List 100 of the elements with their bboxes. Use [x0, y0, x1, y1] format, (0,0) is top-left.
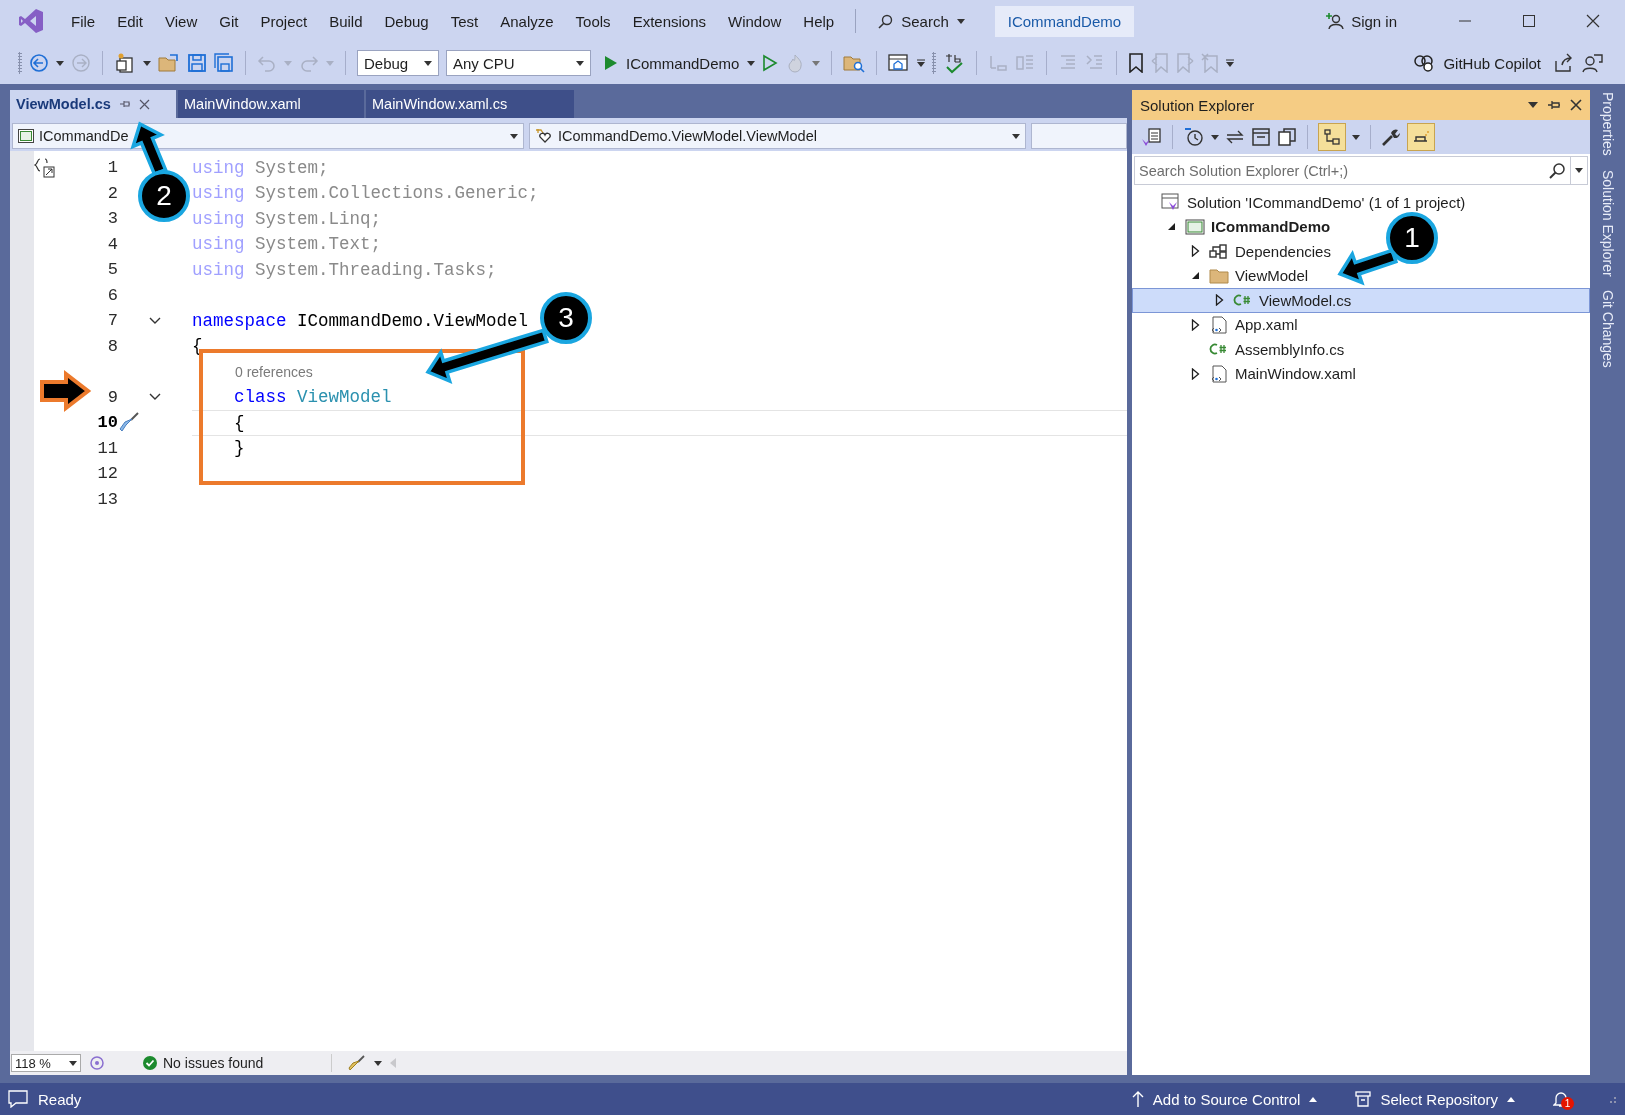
dropdown-arrow-icon[interactable] — [69, 1060, 77, 1066]
side-tab[interactable]: Solution Explorer — [1599, 169, 1616, 277]
menu-item[interactable]: Analyze — [489, 12, 565, 30]
run-icon[interactable] — [762, 54, 779, 72]
menu-item[interactable]: Edit — [106, 12, 155, 30]
platform-dropdown[interactable]: Any CPU — [446, 50, 591, 76]
dropdown-arrow-icon[interactable] — [510, 133, 518, 139]
tree-item[interactable]: App.xaml — [1132, 312, 1303, 337]
copy-icon[interactable] — [1277, 127, 1297, 147]
configuration-dropdown[interactable]: Debug — [357, 50, 439, 76]
dropdown-arrow-icon[interactable] — [576, 60, 584, 66]
overflow-arrow-icon[interactable] — [1226, 59, 1235, 67]
chat-icon[interactable] — [8, 1090, 28, 1108]
menu-item[interactable]: Tools — [564, 12, 622, 30]
tree-item[interactable]: MainWindow.xaml — [1132, 361, 1361, 386]
dropdown-arrow-icon[interactable] — [747, 60, 756, 66]
menu-item[interactable]: Help — [792, 12, 846, 30]
search-icon[interactable] — [878, 13, 894, 29]
side-tab[interactable]: Properties — [1599, 92, 1616, 156]
wrench-icon[interactable] — [1381, 127, 1401, 147]
brush-icon[interactable] — [118, 411, 140, 433]
copilot-icon[interactable] — [1413, 53, 1436, 73]
find-in-files-icon[interactable] — [843, 53, 866, 73]
document-tab[interactable]: MainWindow.xaml — [178, 90, 364, 118]
select-repository-button[interactable]: Select Repository — [1355, 1090, 1515, 1108]
member-dropdown[interactable]: ICommandDemo.ViewModel.ViewModel — [529, 123, 1026, 149]
menu-item[interactable]: Debug — [373, 12, 440, 30]
add-to-source-control-button[interactable]: Add to Source Control — [1131, 1090, 1318, 1108]
history-icon[interactable] — [1183, 127, 1205, 147]
collapse-icon[interactable] — [149, 393, 161, 402]
close-icon[interactable] — [1586, 14, 1600, 28]
dropdown-arrow-icon[interactable] — [1352, 134, 1360, 140]
search-icon[interactable] — [1548, 161, 1566, 180]
search-input[interactable]: Search Solution Explorer (Ctrl+;) — [1135, 162, 1548, 179]
menu-item[interactable]: Window — [717, 12, 793, 30]
menu-item[interactable]: File — [60, 12, 107, 30]
dropdown-arrow-icon[interactable] — [1012, 133, 1020, 139]
save-all-icon[interactable] — [214, 53, 234, 73]
dropdown-arrow-icon[interactable] — [956, 18, 965, 24]
tree-item[interactable]: ICommandDemo — [1132, 214, 1336, 239]
pin-icon[interactable] — [1547, 99, 1561, 111]
brush-icon[interactable] — [348, 1055, 367, 1071]
open-folder-icon[interactable] — [158, 53, 180, 73]
collapsed-icon[interactable] — [1190, 318, 1200, 331]
preview-toggle[interactable] — [1407, 123, 1435, 151]
expanded-icon[interactable] — [1190, 271, 1200, 281]
document-tab[interactable]: ViewModel.cs — [10, 90, 176, 118]
close-icon[interactable] — [138, 98, 150, 110]
search-field[interactable]: Search Solution Explorer (Ctrl+;) — [1134, 156, 1588, 185]
zoom-dropdown[interactable]: 118 % — [11, 1054, 81, 1072]
feedback-icon[interactable] — [1581, 53, 1603, 73]
dropdown-arrow-icon[interactable] — [1575, 168, 1583, 173]
dropdown-arrow-icon[interactable] — [1211, 134, 1219, 140]
close-icon[interactable] — [1570, 99, 1582, 111]
tree-item[interactable]: Solution 'ICommandDemo' (1 of 1 project) — [1132, 190, 1471, 215]
sync-icon[interactable] — [1225, 128, 1245, 146]
menu-item[interactable]: View — [154, 12, 209, 30]
collapsed-icon[interactable] — [1190, 367, 1200, 380]
menu-item[interactable]: Extensions — [621, 12, 717, 30]
document-tab[interactable]: MainWindow.xaml.cs — [366, 90, 574, 118]
collapse-all-icon[interactable] — [1251, 127, 1271, 147]
home-icon[interactable] — [1140, 127, 1162, 147]
play-icon[interactable] — [604, 55, 618, 71]
save-icon[interactable] — [187, 53, 207, 73]
add-user-icon[interactable] — [1326, 12, 1345, 30]
side-tab[interactable]: Git Changes — [1599, 290, 1616, 369]
back-icon[interactable] — [29, 53, 49, 73]
tree-item[interactable]: AssemblyInfo.cs — [1132, 337, 1350, 362]
sign-in-button[interactable]: Sign in — [1326, 12, 1397, 30]
menu-item[interactable]: Test — [439, 12, 490, 30]
intellicode-icon[interactable] — [89, 1055, 105, 1071]
tree-item[interactable]: ViewModel — [1132, 263, 1314, 288]
maximize-icon[interactable] — [1522, 14, 1536, 28]
dropdown-arrow-icon[interactable] — [374, 1060, 383, 1066]
share-icon[interactable] — [1554, 53, 1574, 73]
copilot-button[interactable]: GitHub Copilot — [1413, 53, 1541, 73]
overflow-arrow-icon[interactable] — [917, 59, 926, 67]
collapsed-icon[interactable] — [1214, 294, 1224, 307]
project-dropdown[interactable]: ICommandDe — [12, 123, 524, 149]
dropdown-arrow-icon[interactable] — [1528, 102, 1538, 108]
dropdown-arrow-icon[interactable] — [143, 60, 151, 66]
code-lens[interactable]: 0 references — [235, 363, 313, 380]
show-all-toggle[interactable] — [1318, 123, 1346, 151]
menu-item[interactable]: Git — [208, 12, 250, 30]
window-layout-icon[interactable] — [888, 53, 911, 73]
expanded-icon[interactable] — [1166, 222, 1176, 232]
start-button[interactable]: ICommandDemo — [604, 54, 756, 72]
issues-status[interactable]: No issues found — [143, 1055, 264, 1071]
new-item-icon[interactable] — [114, 52, 136, 74]
dropdown-arrow-icon[interactable] — [424, 60, 432, 66]
menu-item[interactable]: Project — [249, 12, 319, 30]
pin-icon[interactable] — [118, 98, 131, 110]
tree-item[interactable]: Dependencies — [1132, 239, 1336, 264]
dropdown-arrow-icon[interactable] — [56, 60, 64, 66]
collapse-icon[interactable] — [149, 316, 161, 325]
tree-item[interactable]: ViewModel.cs — [1132, 288, 1590, 313]
menu-item[interactable]: Build — [318, 12, 374, 30]
collapsed-icon[interactable] — [1190, 245, 1200, 258]
bookmark-icon[interactable] — [1128, 53, 1145, 73]
search-button[interactable]: Search — [866, 12, 977, 30]
